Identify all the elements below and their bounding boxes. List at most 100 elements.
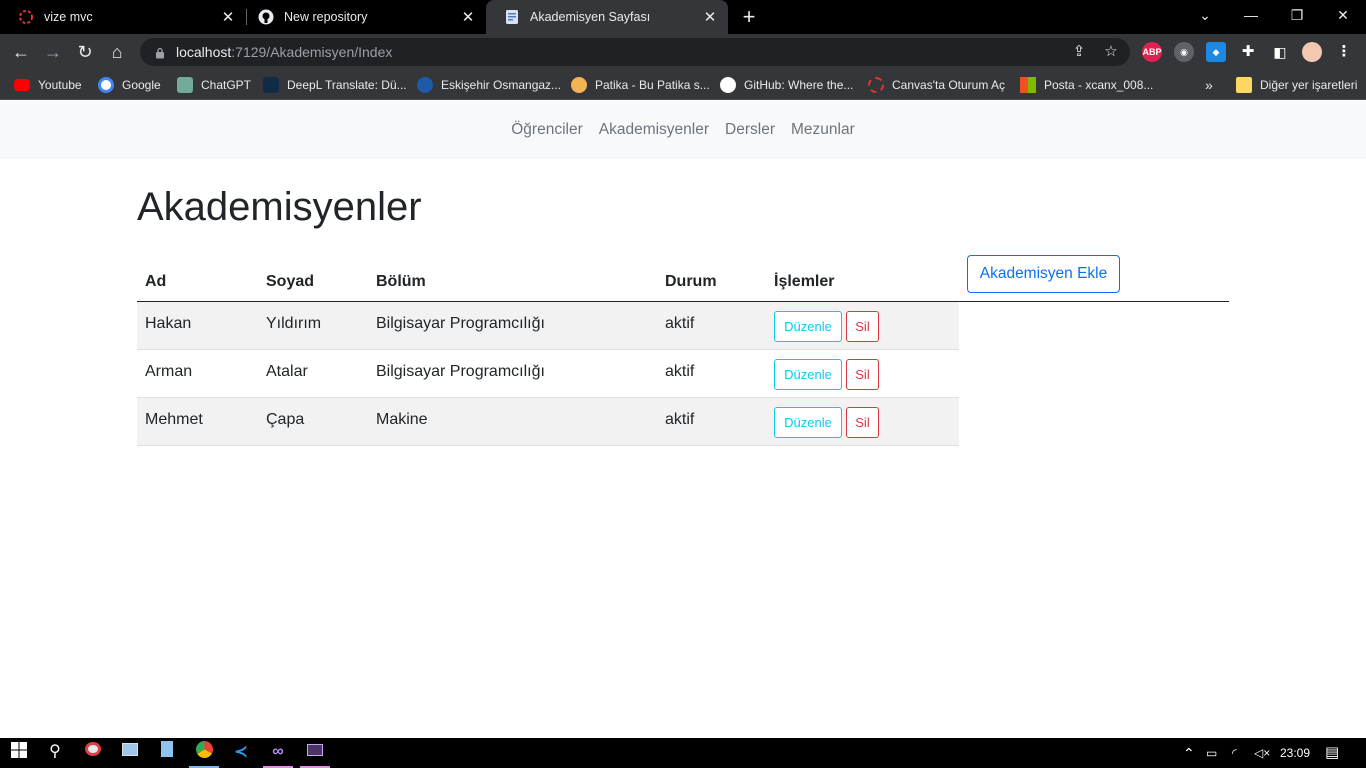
chrome-app-icon[interactable] [193,741,215,763]
lock-icon[interactable] [154,46,166,59]
bookmark-label: GitHub: Where the... [744,78,854,92]
terminal-app-icon[interactable] [304,741,326,763]
address-bar[interactable]: localhost:7129/Akademisyen/Index ⇪ ☆ [140,38,1130,66]
side-panel-icon[interactable]: ◧ [1270,42,1290,62]
tab-vize-mvc[interactable]: vize mvc ✕ [0,0,246,34]
bookmark-github[interactable]: GitHub: Where the... [720,70,853,100]
close-tab-icon[interactable]: ✕ [698,8,722,26]
cell-bolum: Bilgisayar Programcılığı [376,315,545,332]
visual-studio-app-icon[interactable]: ∞ [267,741,289,763]
home-icon[interactable]: ⌂ [104,39,130,65]
more-bookmarks-chevron-icon[interactable]: » [1205,70,1213,100]
puzzle-icon[interactable]: ✚ [1238,42,1258,62]
back-arrow-icon[interactable]: ← [8,39,34,65]
menu-dots-icon[interactable]: ⋮ [1334,42,1354,62]
avatar[interactable] [1302,42,1322,62]
add-academician-button[interactable]: Akademisyen Ekle [967,255,1120,293]
cell-durum: aktif [665,363,695,380]
bookmark-deepl[interactable]: DeepL Translate: Dü... [263,70,407,100]
bookmark-label: Posta - xcanx_008... [1044,78,1154,92]
column-header-ad: Ad [145,273,167,290]
cell-bolum: Bilgisayar Programcılığı [376,363,545,380]
windows-start-icon[interactable] [8,741,30,763]
tab-title: New repository [284,10,368,24]
page-icon [504,9,520,25]
notepad-app-icon[interactable] [156,741,178,763]
bookmark-label: Youtube [38,78,82,92]
bookmark-label: DeepL Translate: Dü... [287,78,407,92]
youtube-icon [14,79,30,91]
notifications-icon[interactable]: ▤ [1325,738,1339,768]
bookmark-label: Google [122,78,161,92]
bookmark-chatgpt[interactable]: ChatGPT [177,70,251,100]
edit-button[interactable]: Düzenle [774,311,842,342]
nav-link-mezunlar[interactable]: Mezunlar [783,121,863,139]
paint-app-icon[interactable] [82,741,104,763]
extension-box-icon[interactable]: ◆ [1206,42,1226,62]
close-tab-icon[interactable]: ✕ [456,8,480,26]
bookmark-label: ChatGPT [201,78,252,92]
tray-chevron-up-icon[interactable]: ⌃ [1183,738,1195,768]
github-icon [258,9,274,25]
cell-ad: Mehmet [145,411,203,428]
bookmark-label: Diğer yer işaretleri [1260,78,1358,92]
tab-new-repository[interactable]: New repository ✕ [240,0,486,34]
edit-button[interactable]: Düzenle [774,359,842,390]
delete-button[interactable]: Sil [846,311,879,342]
deepl-icon [263,77,279,93]
bookmark-patika[interactable]: Patika - Bu Patika s... [571,70,710,100]
nav-link-ogrenciler[interactable]: Öğrenciler [503,121,591,139]
tab-akademisyen-sayfasi[interactable]: Akademisyen Sayfası ✕ [486,0,728,34]
delete-button[interactable]: Sil [846,359,879,390]
close-window-icon[interactable]: ✕ [1320,0,1366,30]
bookmark-posta[interactable]: Posta - xcanx_008... [1020,70,1153,100]
bookmark-label: Canvas'ta Oturum Aç [892,78,1006,92]
column-header-bolum: Bölüm [376,273,426,290]
wifi-icon[interactable]: ◜ [1232,738,1237,768]
close-tab-icon[interactable]: ✕ [216,8,240,26]
cell-ad: Arman [145,363,193,380]
tab-title: vize mvc [44,10,93,24]
explorer-app-icon[interactable] [119,741,141,763]
url-host: localhost [176,44,232,60]
tab-title: Akademisyen Sayfası [530,10,651,24]
new-tab-button[interactable]: + [736,4,762,30]
clock[interactable]: 23:09 [1280,738,1310,768]
url-path: :7129/Akademisyen/Index [231,44,393,60]
adblock-plus-icon[interactable]: ABP [1142,42,1162,62]
cell-bolum: Makine [376,411,428,428]
restore-icon[interactable]: ❐ [1274,0,1320,30]
minimize-icon[interactable]: — [1228,0,1274,30]
nav-link-akademisyenler[interactable]: Akademisyenler [591,121,717,139]
site-navbar: Öğrenciler Akademisyenler Dersler Mezunl… [0,101,1366,159]
cell-durum: aktif [665,315,695,332]
nav-link-dersler[interactable]: Dersler [717,121,783,139]
vscode-app-icon[interactable]: ≺ [230,741,252,763]
page-content: Öğrenciler Akademisyenler Dersler Mezunl… [0,101,1366,738]
microsoft-icon [1020,77,1036,93]
spy-extension-icon[interactable]: ◉ [1174,42,1194,62]
forward-arrow-icon[interactable]: → [40,39,66,65]
edit-button[interactable]: Düzenle [774,407,842,438]
search-icon[interactable]: ⚲ [44,741,66,763]
google-icon [98,77,114,93]
tab-search-chevron-icon[interactable]: ⌄ [1182,0,1228,30]
reload-icon[interactable]: ↻ [72,39,98,65]
column-header-soyad: Soyad [266,273,315,290]
bookmark-youtube[interactable]: Youtube [14,70,82,100]
cell-soyad: Çapa [266,411,305,428]
volume-muted-icon[interactable]: ◁× [1254,738,1270,768]
bookmark-google[interactable]: Google [98,70,161,100]
bookmark-canvas[interactable]: Canvas'ta Oturum Aç [868,70,1005,100]
page-title: Akademisyenler [137,185,422,229]
bookmarks-bar: Youtube Google ChatGPT DeepL Translate: … [0,70,1366,100]
battery-icon[interactable]: ▭ [1206,738,1217,768]
bookmark-star-icon[interactable]: ☆ [1102,43,1120,61]
delete-button[interactable]: Sil [846,407,879,438]
share-icon[interactable]: ⇪ [1070,43,1088,61]
cell-soyad: Yıldırım [266,315,322,332]
other-bookmarks-folder[interactable]: Diğer yer işaretleri [1236,70,1357,100]
table-row: Mehmet Çapa Makine aktif Düzenle Sil [137,398,959,446]
bookmark-eskisehir[interactable]: Eskişehir Osmangaz... [417,70,561,100]
github-icon [720,77,736,93]
